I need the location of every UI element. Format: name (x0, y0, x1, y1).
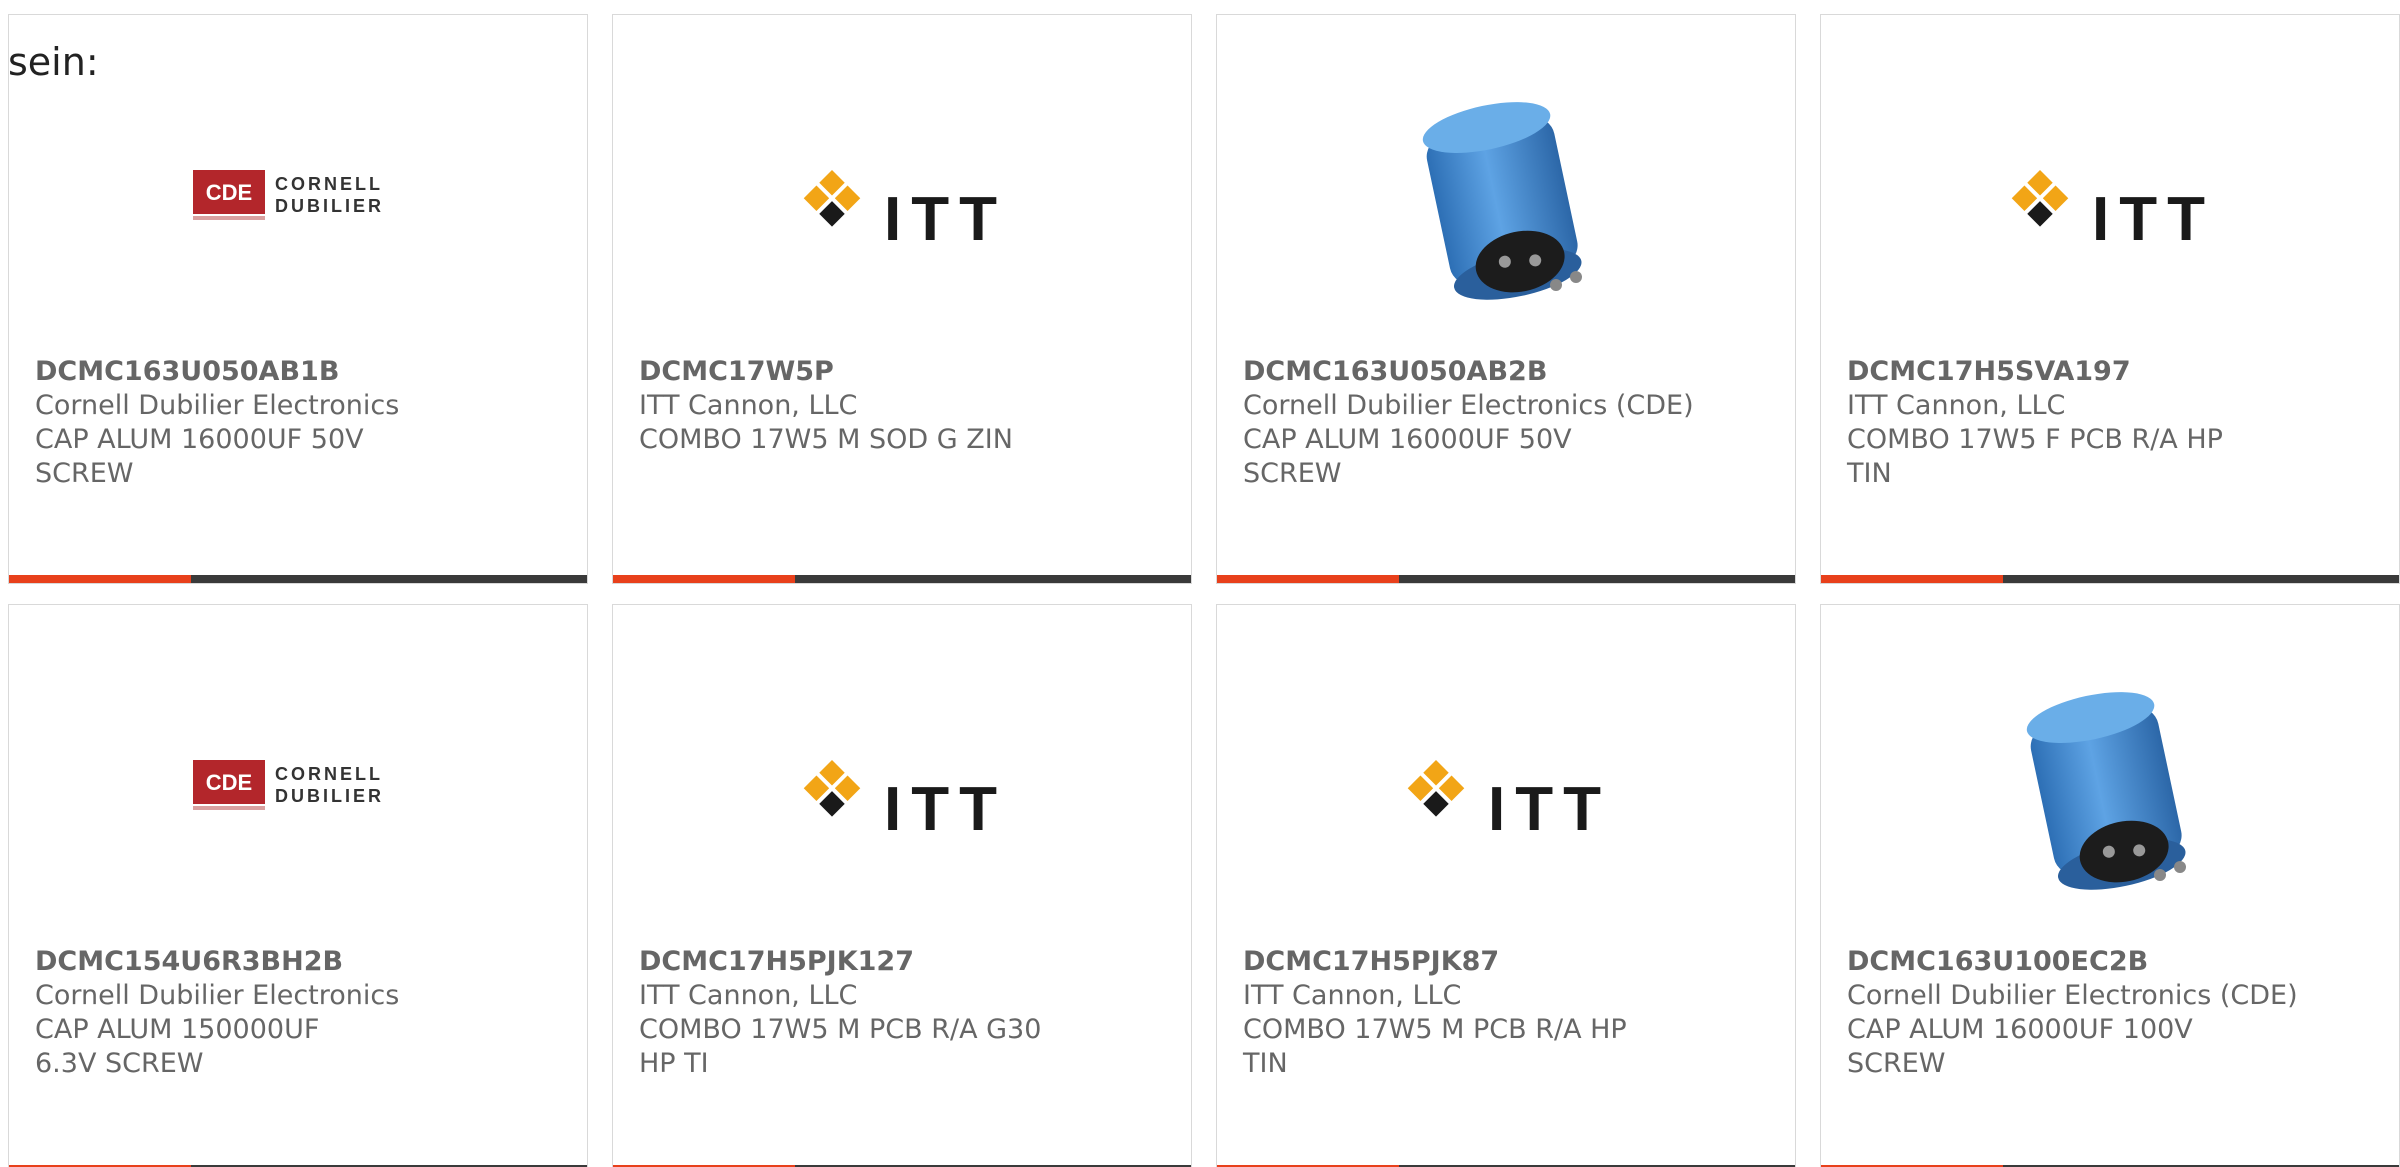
svg-text:ITT: ITT (2092, 185, 2215, 254)
card-accent (9, 575, 191, 583)
manufacturer: Cornell Dubilier Electronics (CDE) (1243, 390, 1694, 421)
manufacturer: ITT Cannon, LLC (1243, 980, 1462, 1011)
description: CAP ALUM 150000UF 6.3V SCREW (35, 1014, 320, 1079)
product-info: DCMC163U050AB2B Cornell Dubilier Electro… (1243, 355, 1743, 491)
manufacturer: Cornell Dubilier Electronics (35, 390, 400, 421)
product-info: DCMC154U6R3BH2B Cornell Dubilier Electro… (35, 945, 535, 1081)
product-image[interactable]: ITT (613, 75, 1191, 325)
product-image[interactable] (1821, 665, 2399, 915)
manufacturer: Cornell Dubilier Electronics (35, 980, 400, 1011)
manufacturer: ITT Cannon, LLC (639, 390, 858, 421)
product-card[interactable]: CDE CORNELL DUBILIER DCMC163U050AB1B Cor… (8, 14, 588, 584)
description: CAP ALUM 16000UF 50V SCREW (35, 424, 364, 489)
part-number-link[interactable]: DCMC163U100EC2B (1847, 945, 2347, 979)
description: CAP ALUM 16000UF 100V SCREW (1847, 1014, 2193, 1079)
product-image[interactable]: ITT (613, 665, 1191, 915)
manufacturer: ITT Cannon, LLC (639, 980, 858, 1011)
itt-logo-icon: ITT (2011, 170, 2215, 254)
part-number-link[interactable]: DCMC17W5P (639, 355, 1139, 389)
card-bottom-bar (9, 575, 587, 583)
product-info: DCMC163U050AB1B Cornell Dubilier Electro… (35, 355, 535, 491)
itt-logo-icon: ITT (1407, 760, 1611, 844)
description: COMBO 17W5 F PCB R/A HP TIN (1847, 424, 2223, 489)
product-info: DCMC17H5PJK87 ITT Cannon, LLC COMBO 17W5… (1243, 945, 1743, 1081)
intro-text: sein: (8, 40, 99, 84)
description: COMBO 17W5 M PCB R/A HP TIN (1243, 1014, 1627, 1079)
part-number-link[interactable]: DCMC163U050AB2B (1243, 355, 1743, 389)
svg-text:CDE: CDE (206, 770, 252, 795)
product-card[interactable]: ITT DCMC17W5P ITT Cannon, LLC COMBO 17W5… (612, 14, 1192, 584)
svg-text:CDE: CDE (206, 180, 252, 205)
product-card[interactable]: ITT DCMC17H5PJK127 ITT Cannon, LLC COMBO… (612, 604, 1192, 1167)
product-image[interactable]: ITT (1821, 75, 2399, 325)
part-number-link[interactable]: DCMC17H5PJK127 (639, 945, 1139, 979)
product-info: DCMC17H5SVA197 ITT Cannon, LLC COMBO 17W… (1847, 355, 2347, 491)
product-info: DCMC17W5P ITT Cannon, LLC COMBO 17W5 M S… (639, 355, 1139, 457)
card-accent (1821, 575, 2003, 583)
product-image[interactable] (1217, 75, 1795, 325)
part-number-link[interactable]: DCMC154U6R3BH2B (35, 945, 535, 979)
manufacturer: Cornell Dubilier Electronics (CDE) (1847, 980, 2298, 1011)
part-number-link[interactable]: DCMC17H5PJK87 (1243, 945, 1743, 979)
product-card[interactable]: CDE CORNELL DUBILIER DCMC154U6R3BH2B Cor… (8, 604, 588, 1167)
svg-text:DUBILIER: DUBILIER (275, 196, 384, 216)
card-bottom-bar (613, 575, 1191, 583)
capacitor-photo-icon (1422, 102, 1582, 300)
product-info: DCMC17H5PJK127 ITT Cannon, LLC COMBO 17W… (639, 945, 1139, 1081)
description: COMBO 17W5 M SOD G ZIN (639, 424, 1013, 455)
description: CAP ALUM 16000UF 50V SCREW (1243, 424, 1572, 489)
product-image[interactable]: CDE CORNELL DUBILIER (9, 665, 587, 915)
svg-text:ITT: ITT (884, 775, 1007, 844)
product-card[interactable]: ITT DCMC17H5PJK87 ITT Cannon, LLC COMBO … (1216, 604, 1796, 1167)
svg-text:DUBILIER: DUBILIER (275, 786, 384, 806)
manufacturer: ITT Cannon, LLC (1847, 390, 2066, 421)
product-info: DCMC163U100EC2B Cornell Dubilier Electro… (1847, 945, 2347, 1081)
svg-text:ITT: ITT (1488, 775, 1611, 844)
product-grid: CDE CORNELL DUBILIER DCMC163U050AB1B Cor… (8, 14, 2400, 1167)
product-image[interactable]: CDE CORNELL DUBILIER (9, 75, 587, 325)
card-bottom-bar (1821, 575, 2399, 583)
product-image[interactable]: ITT (1217, 665, 1795, 915)
part-number-link[interactable]: DCMC163U050AB1B (35, 355, 535, 389)
cornell-dubilier-logo-icon: CDE CORNELL DUBILIER (193, 170, 384, 220)
itt-logo-icon: ITT (803, 760, 1007, 844)
svg-text:ITT: ITT (884, 185, 1007, 254)
card-bottom-bar (1217, 575, 1795, 583)
svg-text:CORNELL: CORNELL (275, 764, 383, 784)
cornell-dubilier-logo-icon: CDE CORNELL DUBILIER (193, 760, 384, 810)
product-card[interactable]: DCMC163U100EC2B Cornell Dubilier Electro… (1820, 604, 2400, 1167)
itt-logo-icon: ITT (803, 170, 1007, 254)
capacitor-photo-icon (2026, 692, 2186, 890)
part-number-link[interactable]: DCMC17H5SVA197 (1847, 355, 2347, 389)
product-card[interactable]: DCMC163U050AB2B Cornell Dubilier Electro… (1216, 14, 1796, 584)
svg-text:CORNELL: CORNELL (275, 174, 383, 194)
product-card[interactable]: ITT DCMC17H5SVA197 ITT Cannon, LLC COMBO… (1820, 14, 2400, 584)
card-accent (613, 575, 795, 583)
card-accent (1217, 575, 1399, 583)
description: COMBO 17W5 M PCB R/A G30 HP TI (639, 1014, 1042, 1079)
product-grid-page: sein: CDE CORNELL DUBILIER DCMC163U050AB… (0, 0, 2400, 1167)
